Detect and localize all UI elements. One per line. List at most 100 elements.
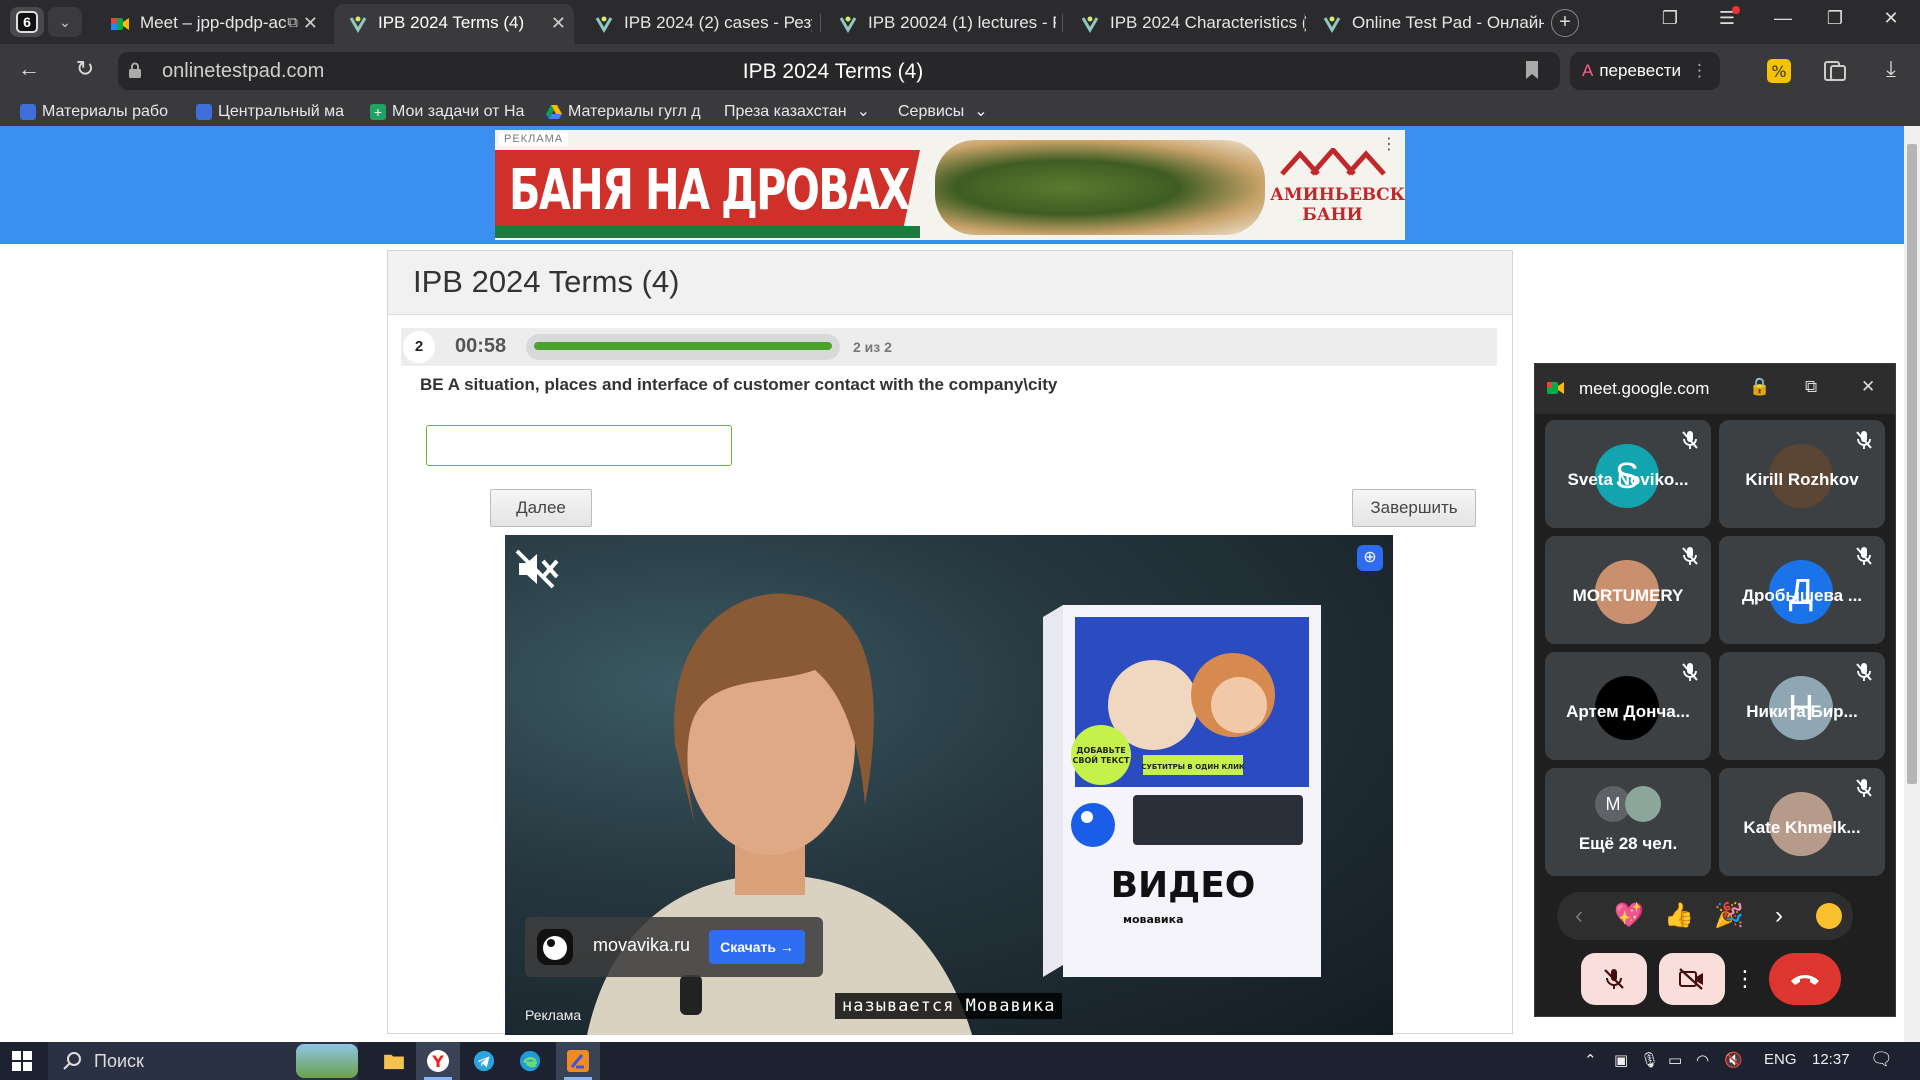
online-test-pad-icon <box>1323 16 1341 33</box>
tab-online-test-pad[interactable]: Online Test Pad - Онлайн <box>1308 4 1544 44</box>
translate-icon: A <box>1582 61 1594 80</box>
minimize-icon[interactable]: — <box>1768 8 1798 29</box>
yandex-browser-icon: Y <box>427 1050 449 1072</box>
video-subtitle: называется Мовавика <box>835 993 1063 1019</box>
tab-meet[interactable]: Meet – jpp-dpdp-ac ⧉ ✕ <box>96 4 326 44</box>
windows-taskbar: Поиск Y ⌃ ▣ 🎙 ▭ ◠ 🔇 ENG 12:37 🗨 <box>0 1042 1920 1080</box>
bookmark-item[interactable]: Материалы рабо <box>20 100 178 124</box>
new-tab-button[interactable]: + <box>1551 9 1579 37</box>
scrollbar-thumb[interactable] <box>1907 144 1917 784</box>
progress-label: 2 из 2 <box>853 339 892 355</box>
participant-tile[interactable]: MORTUMERY <box>1545 536 1711 644</box>
collections-icon[interactable]: ❐ <box>1655 8 1685 29</box>
bookmark-folder[interactable]: Сервисы ⌄ <box>876 100 996 124</box>
question-number: 2 <box>403 331 435 363</box>
taskbar-search[interactable]: Поиск <box>48 1042 358 1080</box>
taskbar-edge[interactable] <box>508 1042 552 1080</box>
restore-icon[interactable]: ❐ <box>1820 8 1850 29</box>
taskbar-telegram[interactable] <box>462 1042 506 1080</box>
reaction-heart[interactable]: 💖 <box>1613 900 1645 932</box>
folder-icon <box>384 1054 404 1070</box>
more-dots-icon[interactable]: ⋮ <box>1691 52 1708 90</box>
tab-title: IPB 2024 Terms (4) <box>378 13 525 32</box>
mic-toggle-button[interactable] <box>1581 953 1647 1005</box>
answer-input[interactable] <box>426 425 732 466</box>
avatar <box>1625 786 1661 822</box>
participant-name: Артем Донча... <box>1566 702 1690 721</box>
mic-off-icon <box>1682 547 1698 565</box>
participant-tile[interactable]: Kirill Rozhkov <box>1719 420 1885 528</box>
skin-tone-icon[interactable] <box>1813 900 1845 932</box>
participant-tile[interactable]: Артем Донча... <box>1545 652 1711 760</box>
camera-toggle-button[interactable] <box>1659 953 1725 1005</box>
translate-button[interactable]: Aперевести ⋮ <box>1570 52 1720 90</box>
next-button[interactable]: Далее <box>490 489 592 527</box>
participant-tile[interactable]: Д Дробышева ... <box>1719 536 1885 644</box>
video-ad[interactable]: ДОБАВЬТЕ СВОЙ ТЕКСТ СУБТИТРЫ В ОДИН КЛИК… <box>505 535 1393 1035</box>
reaction-thumbs-up[interactable]: 👍 <box>1663 900 1695 932</box>
chevron-down-icon: ⌄ <box>856 103 871 120</box>
tray-device-icon[interactable]: ▣ <box>1614 1051 1628 1069</box>
tab-close-icon[interactable]: ✕ <box>551 4 566 42</box>
participant-tile[interactable]: Kate Khmelk... <box>1719 768 1885 876</box>
reaction-party[interactable]: 🎉 <box>1713 900 1745 932</box>
translate-label: перевести <box>1599 61 1681 80</box>
close-icon[interactable]: ✕ <box>1861 377 1875 397</box>
tray-chevron-up-icon[interactable]: ⌃ <box>1584 1051 1597 1069</box>
tab-count-button[interactable]: 6 <box>10 7 44 37</box>
bookmark-folder[interactable]: Преза казахстан ⌄ <box>702 100 878 124</box>
page-scrollbar[interactable] <box>1904 126 1920 1042</box>
bookmark-item[interactable]: Материалы гугл д <box>546 100 704 124</box>
chevron-right-icon[interactable]: › <box>1763 900 1795 932</box>
ad-menu-icon[interactable]: ⋮ <box>1381 134 1397 154</box>
taskbar-file-explorer[interactable] <box>372 1042 416 1080</box>
tab-close-icon[interactable]: ✕ <box>303 4 318 42</box>
mic-off-icon <box>1856 663 1872 681</box>
mute-icon[interactable] <box>515 549 561 589</box>
participant-tile[interactable]: S Sveta Noviko... <box>1545 420 1711 528</box>
notifications-menu-icon[interactable]: ☰ <box>1712 6 1742 29</box>
tab-ipb-lectures[interactable]: IPB 20024 (1) lectures - Р <box>824 4 1056 44</box>
reading-list-icon[interactable] <box>1822 58 1848 84</box>
more-options-icon[interactable]: ⋮ <box>1731 953 1759 1005</box>
back-arrow-icon[interactable]: ← <box>14 56 44 82</box>
leave-call-button[interactable] <box>1769 953 1841 1005</box>
volume-muted-icon[interactable]: 🔇 <box>1724 1051 1743 1069</box>
wifi-icon[interactable]: ◠ <box>1696 1051 1709 1069</box>
tab-list-chevron-icon[interactable]: ⌄ <box>48 7 82 37</box>
downloads-icon[interactable]: ⤓ <box>1876 56 1906 82</box>
address-bar[interactable]: onlinetestpad.com IPB 2024 Terms (4) <box>118 52 1560 90</box>
close-window-icon[interactable]: ✕ <box>1876 8 1906 29</box>
ad-info-icon[interactable]: ⊕ <box>1357 545 1383 571</box>
windows-start-icon[interactable] <box>12 1051 32 1071</box>
taskbar-yandex-browser[interactable]: Y <box>416 1042 460 1080</box>
tab-ipb-cases[interactable]: IPB 2024 (2) cases - Резу <box>580 4 812 44</box>
more-participants-tile[interactable]: M Ещё 28 чел. <box>1545 768 1711 876</box>
banner-ad[interactable]: РЕКЛАМА БАНЯ НА ДРОВАХ АМИНЬЕВСКИЕ БАНИ … <box>495 130 1405 240</box>
participant-name: Kate Khmelk... <box>1743 818 1861 837</box>
tray-microphone-icon[interactable]: 🎙 <box>1640 1051 1659 1069</box>
participant-tile[interactable]: Н Никита Бир... <box>1719 652 1885 760</box>
clock[interactable]: 12:37 <box>1812 1051 1850 1068</box>
bookmark-item[interactable]: Центральный ма <box>196 100 350 124</box>
taskbar-app[interactable] <box>556 1042 600 1080</box>
battery-icon[interactable]: ▭ <box>1668 1051 1682 1069</box>
back-to-tab-icon[interactable]: ⧉ <box>1805 377 1817 397</box>
mic-off-icon <box>1856 779 1872 797</box>
ad-cta-panel[interactable]: movavika.ru Скачать → <box>525 917 823 977</box>
tab-ipb-characteristics[interactable]: IPB 2024 Characteristics ( <box>1066 4 1306 44</box>
telegram-icon <box>473 1050 495 1072</box>
bookmark-icon[interactable] <box>1524 60 1540 80</box>
tab-ipb-terms[interactable]: IPB 2024 Terms (4) ✕ <box>334 4 574 44</box>
language-indicator[interactable]: ENG <box>1764 1051 1797 1068</box>
tab-title: Online Test Pad - Онлайн <box>1352 13 1544 32</box>
download-button[interactable]: Скачать → <box>709 930 805 964</box>
chevron-left-icon[interactable]: ‹ <box>1563 900 1595 932</box>
discount-icon[interactable]: % <box>1766 58 1792 84</box>
reload-icon[interactable]: ↻ <box>70 56 100 82</box>
bookmark-item[interactable]: + Мои задачи от На <box>370 100 526 124</box>
finish-button[interactable]: Завершить <box>1352 489 1476 527</box>
participant-name: Ещё 28 чел. <box>1578 834 1678 853</box>
notification-center-icon[interactable]: 🗨 <box>1870 1049 1893 1070</box>
lock-icon: 🔒 <box>1749 377 1771 396</box>
